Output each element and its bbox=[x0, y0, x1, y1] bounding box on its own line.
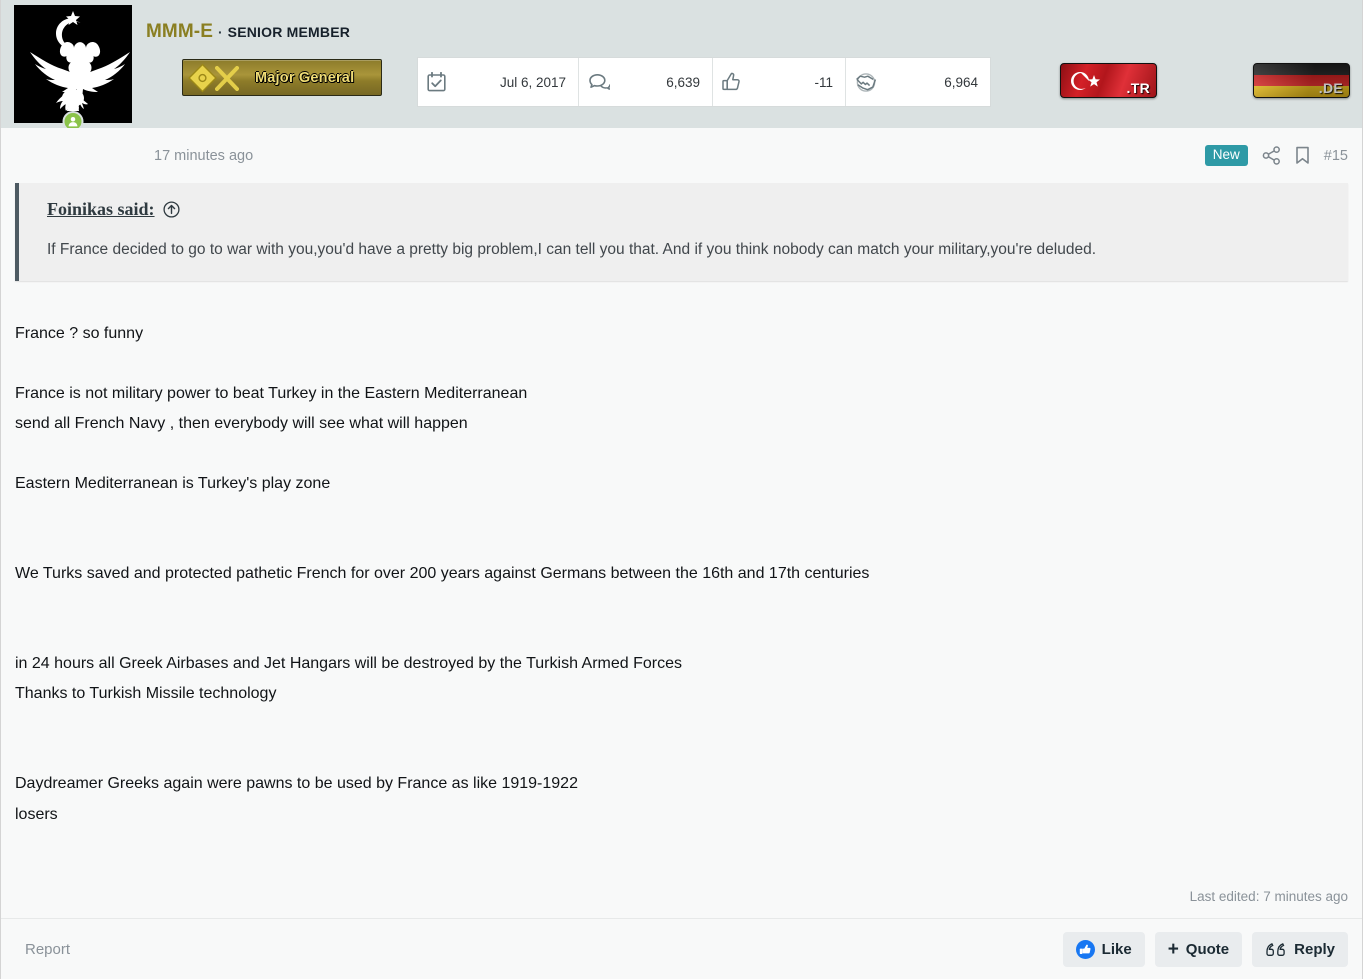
last-edited-text: Last edited: 7 minutes ago bbox=[1189, 889, 1348, 904]
name-separator: · bbox=[217, 24, 223, 40]
reply-button-label: Reply bbox=[1294, 940, 1335, 958]
post-timestamp[interactable]: 17 minutes ago bbox=[15, 148, 253, 164]
quote-header: Foinikas said: bbox=[47, 199, 1328, 220]
report-link[interactable]: Report bbox=[15, 941, 70, 958]
post-actions: Like + Quote Reply bbox=[1062, 931, 1348, 967]
quote-button-label: Quote bbox=[1185, 940, 1230, 958]
reply-button[interactable]: Reply bbox=[1252, 931, 1348, 967]
post-message: France ? so funny France is not military… bbox=[15, 281, 1348, 830]
like-button[interactable]: Like bbox=[1062, 931, 1145, 967]
rank-label: Major General bbox=[255, 69, 355, 86]
post-header: MMM-E · SENIOR MEMBER Major General Jul … bbox=[1, 0, 1362, 132]
post-footer: Report Like + Quote Reply bbox=[1, 918, 1362, 979]
germany-flag-icon[interactable]: .DE bbox=[1253, 63, 1350, 98]
calendar-check-icon bbox=[427, 72, 446, 92]
message-paragraph-6-line-1: Daydreamer Greeks again were pawns to be… bbox=[15, 775, 578, 793]
message-paragraph-4: We Turks saved and protected pathetic Fr… bbox=[15, 565, 870, 583]
post-meta-actions: New #15 bbox=[1204, 145, 1348, 166]
forum-post: MMM-E · SENIOR MEMBER Major General Jul … bbox=[0, 0, 1363, 979]
user-stats: Jul 6, 2017 6,639 -11 6,964 bbox=[417, 57, 991, 107]
stat-points: 6,964 bbox=[846, 58, 990, 106]
plus-icon: + bbox=[1167, 938, 1179, 960]
bookmark-icon[interactable] bbox=[1295, 146, 1310, 165]
country-flags: .TR .DE bbox=[1060, 63, 1350, 98]
thumbs-up-icon bbox=[722, 72, 741, 92]
rank-badge: Major General bbox=[182, 59, 382, 96]
post-content: 17 minutes ago New #15 Foinikas said: If… bbox=[1, 128, 1362, 918]
quote-button[interactable]: + Quote bbox=[1154, 931, 1243, 967]
thumbs-up-circle-icon bbox=[1075, 939, 1095, 959]
message-spacer-3 bbox=[15, 739, 1348, 769]
stat-reactions: -11 bbox=[713, 58, 846, 106]
message-paragraph-3: Eastern Mediterranean is Turkey's play z… bbox=[15, 475, 331, 493]
message-spacer-1 bbox=[15, 529, 1348, 559]
user-title: SENIOR MEMBER bbox=[227, 24, 351, 40]
message-paragraph-6-line-2: losers bbox=[15, 805, 58, 823]
quote-text: If France decided to go to war with you,… bbox=[47, 241, 1097, 258]
avatar[interactable] bbox=[14, 5, 132, 132]
message-paragraph-5-line-2: Thanks to Turkish Missile technology bbox=[15, 685, 277, 703]
post-number[interactable]: #15 bbox=[1324, 148, 1348, 164]
stat-joined: Jul 6, 2017 bbox=[418, 58, 579, 106]
message-paragraph-5-line-1: in 24 hours all Greek Airbases and Jet H… bbox=[15, 655, 682, 673]
share-icon[interactable] bbox=[1262, 146, 1281, 165]
stat-messages: 6,639 bbox=[579, 58, 713, 106]
stat-points-value: 6,964 bbox=[944, 74, 978, 90]
post-meta-row: 17 minutes ago New #15 bbox=[15, 128, 1348, 170]
rank-insignia-icon bbox=[183, 60, 255, 95]
quote-author-link[interactable]: Foinikas said: bbox=[47, 199, 155, 220]
handshake-icon bbox=[855, 72, 877, 92]
username[interactable]: MMM-E bbox=[146, 22, 213, 41]
turkey-flag-code: .TR bbox=[1126, 80, 1150, 96]
message-paragraph-2-line-1: France is not military power to beat Tur… bbox=[15, 384, 528, 402]
message-paragraph-1: France ? so funny bbox=[15, 324, 144, 342]
avatar-image bbox=[14, 5, 132, 123]
stat-reactions-value: -11 bbox=[814, 74, 833, 90]
user-name-row: MMM-E · SENIOR MEMBER bbox=[146, 22, 1362, 44]
turkey-flag-icon[interactable]: .TR bbox=[1060, 63, 1157, 98]
messages-icon bbox=[588, 73, 610, 92]
stat-joined-value: Jul 6, 2017 bbox=[499, 74, 566, 90]
like-button-label: Like bbox=[1101, 940, 1132, 958]
message-spacer-2 bbox=[15, 619, 1348, 649]
jump-to-post-icon[interactable] bbox=[162, 201, 180, 218]
new-badge: New bbox=[1204, 145, 1248, 166]
message-paragraph-2-line-2: send all French Navy , then everybody wi… bbox=[15, 415, 468, 433]
germany-flag-code: .DE bbox=[1318, 80, 1343, 96]
stat-messages-value: 6,639 bbox=[666, 74, 700, 90]
quote-marks-icon bbox=[1265, 942, 1287, 957]
quote-block: Foinikas said: If France decided to go t… bbox=[15, 183, 1348, 281]
